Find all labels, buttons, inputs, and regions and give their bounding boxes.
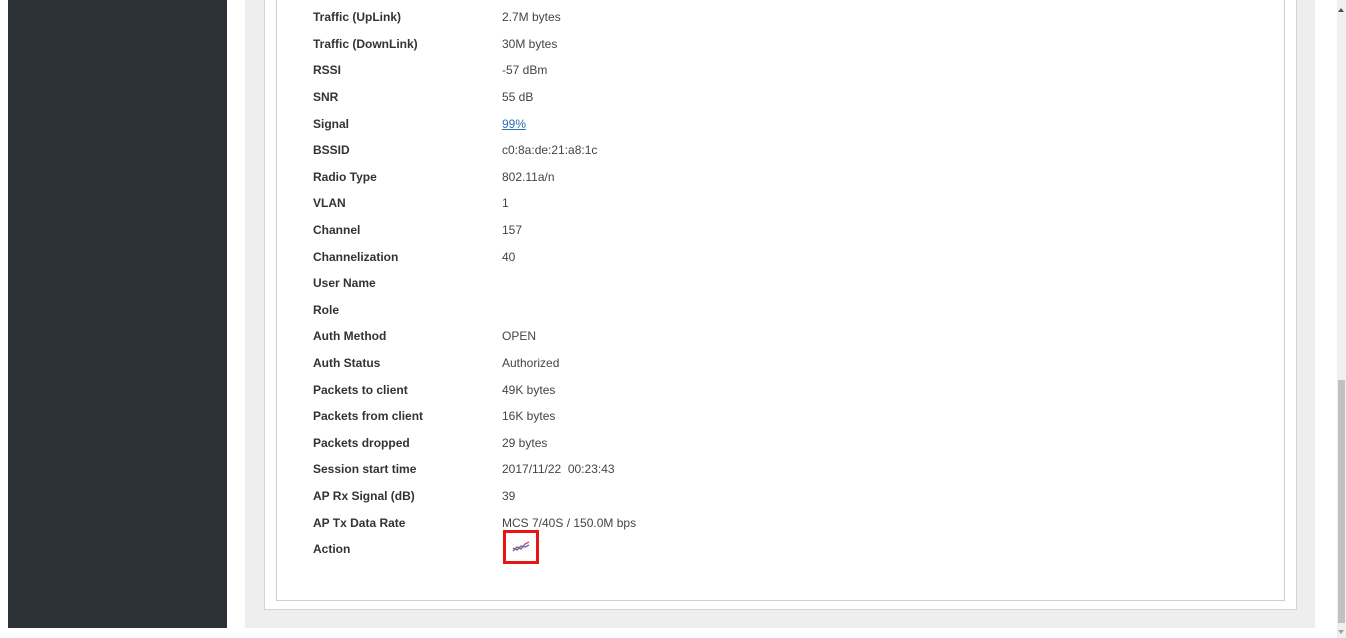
detail-label: Packets from client	[313, 409, 424, 424]
detail-label: AP Rx Signal (dB)	[313, 488, 415, 503]
detail-label: Role	[313, 302, 340, 317]
detail-row-channelization: Channelization 40	[313, 243, 1213, 270]
detail-value: 55 dB	[502, 90, 534, 105]
detail-row-channel: Channel 157	[313, 217, 1213, 244]
detail-value: 30M bytes	[502, 36, 558, 51]
detail-row-snr: SNR 55 dB	[313, 84, 1213, 111]
detail-value: 99%	[502, 117, 526, 131]
detail-label: Action	[313, 542, 351, 557]
detail-value: 2017/11/22 00:23:43	[502, 462, 615, 477]
chart-line-icon[interactable]	[503, 530, 539, 564]
detail-value: -57 dBm	[502, 63, 548, 78]
detail-row-bssid: BSSID c0:8a:de:21:a8:1c	[313, 137, 1213, 164]
detail-label: SNR	[313, 90, 339, 105]
detail-value: 29 bytes	[502, 435, 548, 450]
detail-label: Channel	[313, 223, 361, 238]
client-details-table: Traffic (UpLink) 2.7M bytes Traffic (Dow…	[313, 4, 1213, 562]
detail-label: Auth Method	[313, 329, 387, 344]
detail-label: Traffic (UpLink)	[313, 10, 402, 25]
scroll-up-arrow-icon[interactable]	[1338, 8, 1344, 12]
detail-row-packets-from-client: Packets from client 16K bytes	[313, 403, 1213, 430]
chart-line-icon-svg	[512, 541, 530, 552]
detail-value: 40	[502, 249, 516, 264]
detail-value: c0:8a:de:21:a8:1c	[502, 143, 598, 158]
detail-value: Authorized	[502, 356, 560, 371]
detail-row-vlan: VLAN 1	[313, 190, 1213, 217]
detail-row-packets-to-client: Packets to client 49K bytes	[313, 376, 1213, 403]
detail-label: BSSID	[313, 143, 350, 158]
detail-value: 1	[502, 196, 509, 211]
detail-row-traffic-uplink: Traffic (UpLink) 2.7M bytes	[313, 4, 1213, 31]
detail-label: Traffic (DownLink)	[313, 36, 418, 51]
detail-row-ap-tx-data-rate: AP Tx Data Rate MCS 7/40S / 150.0M bps	[313, 509, 1213, 536]
detail-row-ap-rx-signal: AP Rx Signal (dB) 39	[313, 483, 1213, 510]
detail-row-action: Action	[313, 536, 1213, 563]
detail-label: Channelization	[313, 249, 399, 264]
detail-label: Auth Status	[313, 356, 381, 371]
sidebar	[8, 0, 227, 628]
detail-row-auth-status: Auth Status Authorized	[313, 350, 1213, 377]
scrollbar-thumb[interactable]	[1338, 380, 1345, 623]
detail-value: 157	[502, 223, 523, 238]
detail-label: User Name	[313, 276, 376, 291]
detail-row-traffic-downlink: Traffic (DownLink) 30M bytes	[313, 31, 1213, 58]
detail-row-user-name: User Name	[313, 270, 1213, 297]
detail-row-auth-method: Auth Method OPEN	[313, 323, 1213, 350]
detail-value: 16K bytes	[502, 409, 556, 424]
detail-value: 802.11a/n	[502, 169, 555, 184]
detail-row-session-start-time: Session start time 2017/11/22 00:23:43	[313, 456, 1213, 483]
detail-label: Radio Type	[313, 169, 377, 184]
detail-label: AP Tx Data Rate	[313, 515, 406, 530]
detail-value: OPEN	[502, 329, 537, 344]
detail-value: 49K bytes	[502, 382, 556, 397]
detail-label: RSSI	[313, 63, 342, 78]
detail-label: Packets to client	[313, 382, 408, 397]
detail-label: Signal	[313, 116, 350, 131]
detail-row-packets-dropped: Packets dropped 29 bytes	[313, 430, 1213, 457]
detail-value: MCS 7/40S / 150.0M bps	[502, 515, 637, 530]
detail-value: 2.7M bytes	[502, 10, 561, 25]
scroll-down-arrow-icon[interactable]	[1338, 630, 1344, 634]
detail-value: 39	[502, 488, 516, 503]
detail-label: VLAN	[313, 196, 346, 211]
detail-label: Session start time	[313, 462, 417, 477]
detail-row-signal: Signal 99%	[313, 110, 1213, 137]
detail-label: Packets dropped	[313, 435, 410, 450]
detail-row-role: Role	[313, 297, 1213, 324]
detail-row-rssi: RSSI -57 dBm	[313, 57, 1213, 84]
signal-link[interactable]: 99%	[502, 117, 526, 131]
detail-row-radio-type: Radio Type 802.11a/n	[313, 164, 1213, 191]
